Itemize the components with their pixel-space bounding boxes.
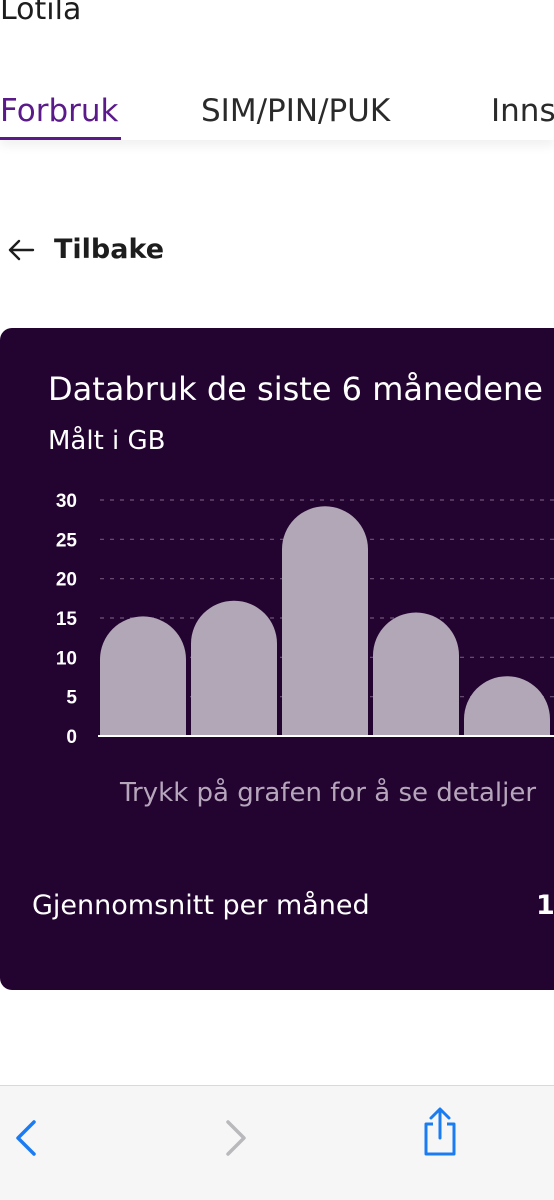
bar[interactable] (464, 676, 550, 736)
average-label: Gjennomsnitt per måned (32, 890, 370, 921)
active-tab-indicator (0, 137, 121, 140)
tab-forbruk[interactable]: Forbruk (0, 92, 118, 130)
chevron-right-icon (226, 1120, 246, 1156)
y-tick-label: 25 (56, 530, 78, 551)
app-title: Lotila (0, 0, 82, 27)
app-header: Lotila Forbruk SIM/PIN/PUK Innstillinger (0, 0, 554, 140)
y-tick-label: 5 (66, 688, 77, 709)
arrow-left-icon (8, 239, 35, 260)
card-subtitle: Målt i GB (48, 426, 166, 456)
data-usage-card: Databruk de siste 6 månedene Målt i GB 0… (0, 328, 554, 990)
y-tick-label: 15 (56, 609, 78, 630)
bar[interactable] (100, 616, 186, 736)
y-tick-label: 30 (56, 491, 77, 512)
tab-sim-pin-puk[interactable]: SIM/PIN/PUK (201, 92, 390, 130)
back-link[interactable]: Tilbake (6, 234, 164, 265)
share-button[interactable] (418, 1107, 462, 1156)
back-label: Tilbake (54, 234, 165, 265)
browser-toolbar (0, 1085, 554, 1200)
y-tick-label: 10 (56, 648, 77, 669)
bar[interactable] (282, 506, 368, 736)
tab-bar: Forbruk SIM/PIN/PUK Innstillinger (0, 92, 554, 140)
tab-innstillinger[interactable]: Innstillinger (491, 92, 554, 130)
y-tick-label: 20 (56, 570, 77, 591)
chevron-left-icon (16, 1120, 36, 1156)
usage-bar-chart[interactable]: 0 5 10 15 20 25 30 (0, 478, 554, 758)
average-value: 16 (536, 890, 554, 921)
bar[interactable] (191, 600, 277, 736)
share-icon (424, 1107, 456, 1156)
browser-forward-button[interactable] (214, 1116, 258, 1160)
chart-hint: Trykk på grafen for å se detaljer (120, 778, 537, 808)
y-tick-label: 0 (66, 727, 77, 748)
card-title: Databruk de siste 6 månedene (48, 370, 543, 408)
bar[interactable] (373, 612, 459, 736)
page: Lotila Forbruk SIM/PIN/PUK Innstillinger… (0, 0, 554, 1200)
browser-back-button[interactable] (4, 1116, 48, 1160)
